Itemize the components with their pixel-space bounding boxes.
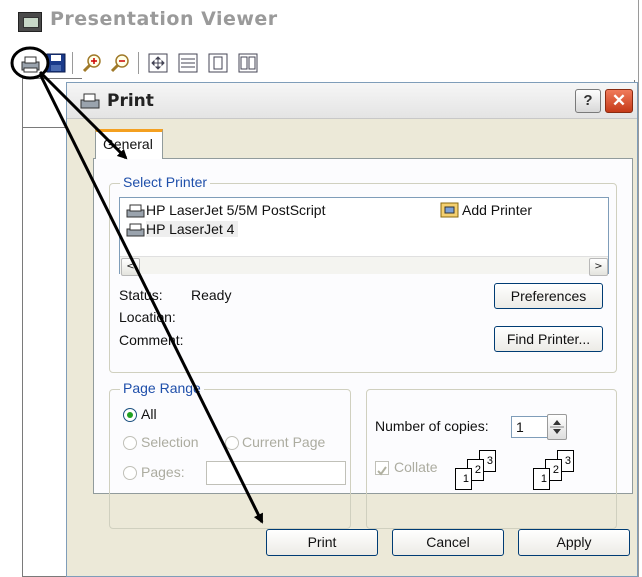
select-printer-group: Select Printer HP LaserJet 5/5M PostScri… <box>109 174 617 373</box>
add-printer-icon <box>440 202 460 218</box>
dialog-title: Print <box>107 91 154 111</box>
printer-item-selected[interactable]: HP LaserJet 4 <box>146 221 239 237</box>
window-edge <box>638 0 639 577</box>
add-printer-item[interactable]: Add Printer <box>462 202 532 218</box>
two-page-icon[interactable] <box>236 51 260 75</box>
comment-label: Comment: <box>119 332 184 348</box>
print-icon[interactable] <box>18 51 42 75</box>
save-icon[interactable] <box>44 51 68 75</box>
number-of-copies-label: Number of copies: <box>375 418 489 434</box>
close-button[interactable]: ✕ <box>605 89 633 113</box>
selection-radio[interactable] <box>123 436 137 450</box>
all-label: All <box>141 406 157 422</box>
current-page-label: Current Page <box>242 434 326 450</box>
collate-label: Collate <box>394 459 438 475</box>
selection-label: Selection <box>141 434 199 450</box>
scroll-left-button[interactable]: < <box>121 258 140 276</box>
cancel-button[interactable]: Cancel <box>392 529 504 556</box>
window-title: Presentation Viewer <box>50 8 278 30</box>
page-range-group: Page Range All Selection Current Page Pa… <box>109 380 351 529</box>
collate-illustration: 3 2 1 3 2 1 <box>451 450 611 500</box>
apply-button[interactable]: Apply <box>518 529 630 556</box>
page-range-label: Page Range <box>120 380 204 396</box>
pages-radio[interactable] <box>123 466 137 480</box>
scroll-right-button[interactable]: > <box>589 258 608 276</box>
dialog-titlebar[interactable]: Print ? ✕ <box>67 83 637 119</box>
app-icon <box>18 12 42 32</box>
printer-icon <box>126 203 146 219</box>
all-radio[interactable] <box>123 408 137 422</box>
copies-group: Number of copies: 1 Collate 3 2 1 3 2 1 <box>366 389 617 529</box>
print-dialog: Print ? ✕ Select Printer HP LaserJet 5/5… <box>66 82 638 577</box>
printer-icon <box>126 222 146 238</box>
horizontal-scrollbar[interactable]: < > <box>120 256 608 276</box>
status-label: Status: <box>119 287 163 303</box>
zoom-in-icon[interactable] <box>80 51 104 75</box>
printer-list[interactable]: HP LaserJet 5/5M PostScript HP LaserJet … <box>119 197 609 276</box>
collate-page-1: 1 <box>533 468 550 490</box>
copies-spinner[interactable] <box>547 414 567 440</box>
pages-input[interactable] <box>206 461 346 485</box>
print-button[interactable]: Print <box>266 529 378 556</box>
general-tab-panel: Select Printer HP LaserJet 5/5M PostScri… <box>93 158 633 529</box>
collate-checkbox[interactable] <box>375 461 389 476</box>
zoom-out-icon[interactable] <box>108 51 132 75</box>
select-printer-label: Select Printer <box>120 174 211 190</box>
toolbar-separator <box>72 52 73 74</box>
copies-value: 1 <box>516 419 524 435</box>
printer-item[interactable]: HP LaserJet 5/5M PostScript <box>146 202 325 218</box>
viewer-toolbar <box>12 46 642 80</box>
preferences-button[interactable]: Preferences <box>494 283 603 309</box>
single-page-icon[interactable] <box>206 51 230 75</box>
pages-label: Pages: <box>141 464 185 480</box>
fit-page-icon[interactable] <box>146 51 170 75</box>
location-label: Location: <box>119 309 176 325</box>
current-page-radio[interactable] <box>225 436 239 450</box>
fit-width-icon[interactable] <box>176 51 200 75</box>
status-value: Ready <box>191 287 232 303</box>
printer-icon <box>79 92 101 110</box>
thumbnail-panel-lower <box>22 128 68 577</box>
help-button[interactable]: ? <box>575 89 601 113</box>
tab-general[interactable]: General <box>95 129 163 159</box>
find-printer-button[interactable]: Find Printer... <box>494 326 603 352</box>
collate-page-1: 1 <box>455 468 472 490</box>
radio-selected-dot <box>127 412 133 418</box>
toolbar-separator <box>138 52 139 74</box>
